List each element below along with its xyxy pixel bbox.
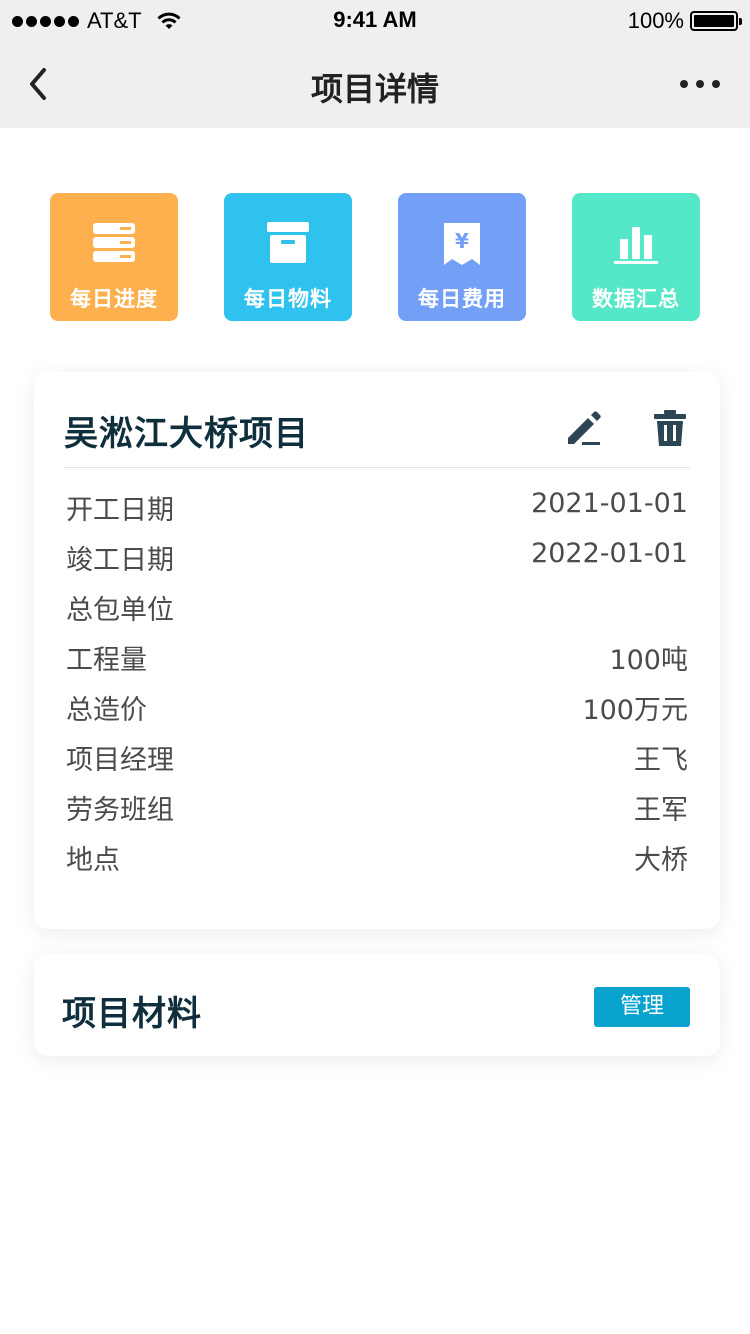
info-row-total-cost: 总造价 100万元 <box>66 686 688 736</box>
info-value: 100万元 <box>582 695 688 726</box>
battery-percent: 100% <box>627 8 684 33</box>
shortcut-label: 数据汇总 <box>592 287 680 311</box>
info-value: 王飞 <box>634 745 688 776</box>
trash-icon <box>654 410 686 446</box>
shortcut-grid: 每日进度 每日物料 ¥ 每日费用 数据汇总 <box>50 193 700 321</box>
project-info-list: 开工日期 2021-01-01 竣工日期 2022-01-01 总包单位 工程量… <box>66 486 688 886</box>
battery-icon <box>690 11 742 31</box>
status-right: 100% <box>627 8 742 34</box>
info-label: 地点 <box>66 845 120 876</box>
shortcut-label: 每日进度 <box>70 287 158 311</box>
more-dot <box>696 80 704 88</box>
info-label: 开工日期 <box>66 495 174 526</box>
more-dot <box>712 80 720 88</box>
nav-bar: 项目详情 <box>0 40 750 128</box>
project-info-card: 吴淞江大桥项目 开工日期 2021-01-01 竣工日期 2022-01-01 … <box>34 372 720 929</box>
info-value: 100吨 <box>609 645 688 676</box>
more-options-button[interactable] <box>680 70 724 98</box>
info-row-location: 地点 大桥 <box>66 836 688 886</box>
svg-text:¥: ¥ <box>455 229 469 253</box>
project-name: 吴淞江大桥项目 <box>64 414 309 454</box>
info-row-labor-team: 劳务班组 王军 <box>66 786 688 836</box>
shortcut-label: 每日费用 <box>418 287 506 311</box>
divider <box>64 467 690 468</box>
info-row-contractor: 总包单位 <box>66 586 688 636</box>
info-row-start-date: 开工日期 2021-01-01 <box>66 486 688 536</box>
delete-button[interactable] <box>650 408 690 448</box>
edit-button[interactable] <box>564 408 604 448</box>
info-row-quantity: 工程量 100吨 <box>66 636 688 686</box>
info-value: 王军 <box>634 795 688 826</box>
info-label: 竣工日期 <box>66 545 174 576</box>
info-row-manager: 项目经理 王飞 <box>66 736 688 786</box>
status-bar: AT&T 9:41 AM 100% <box>0 0 750 40</box>
info-value: 大桥 <box>634 845 688 876</box>
bar-chart-icon <box>614 227 658 264</box>
info-value: 2022-01-01 <box>531 538 688 569</box>
info-row-end-date: 竣工日期 2022-01-01 <box>66 536 688 586</box>
shortcut-daily-progress[interactable]: 每日进度 <box>50 193 178 321</box>
info-value: 2021-01-01 <box>531 488 688 519</box>
info-label: 劳务班组 <box>66 795 174 826</box>
info-label: 工程量 <box>66 645 147 676</box>
server-stack-icon <box>93 223 135 262</box>
yen-receipt-icon: ¥ <box>444 223 480 265</box>
manage-button[interactable]: 管理 <box>594 987 690 1027</box>
project-materials-card: 项目材料 管理 <box>34 954 720 1056</box>
pencil-icon <box>568 411 601 445</box>
shortcut-daily-materials[interactable]: 每日物料 <box>224 193 352 321</box>
info-label: 总造价 <box>66 695 147 726</box>
shortcut-data-summary[interactable]: 数据汇总 <box>572 193 700 321</box>
info-label: 项目经理 <box>66 745 174 776</box>
more-dot <box>680 80 688 88</box>
page-title: 项目详情 <box>310 70 439 108</box>
shortcut-daily-costs[interactable]: ¥ 每日费用 <box>398 193 526 321</box>
archive-box-icon <box>267 222 309 263</box>
info-label: 总包单位 <box>66 595 174 626</box>
materials-title: 项目材料 <box>62 994 202 1034</box>
shortcut-label: 每日物料 <box>244 287 332 311</box>
